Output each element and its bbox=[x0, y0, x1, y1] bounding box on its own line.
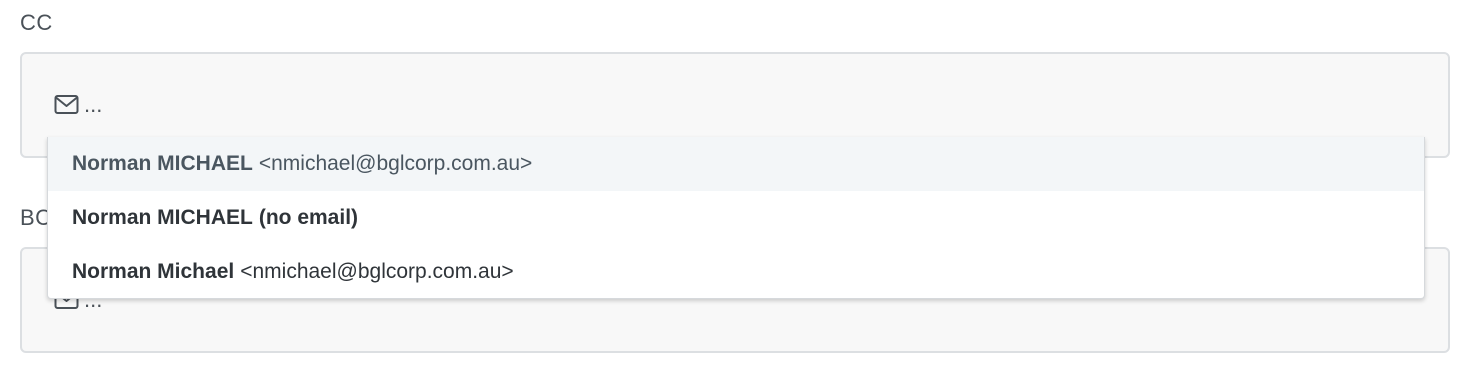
suggestion-name: Norman MICHAEL bbox=[72, 206, 253, 229]
suggestion-item[interactable]: Norman Michael <nmichael@bglcorp.com.au> bbox=[48, 245, 1424, 299]
suggestion-email: <nmichael@bglcorp.com.au> bbox=[240, 260, 514, 283]
suggestion-item[interactable]: Norman MICHAEL <nmichael@bglcorp.com.au> bbox=[48, 137, 1424, 191]
envelope-icon bbox=[54, 95, 79, 114]
cc-label: CC bbox=[20, 10, 53, 35]
suggestion-name: Norman MICHAEL bbox=[72, 152, 253, 175]
suggestion-item[interactable]: Norman MICHAEL (no email) bbox=[48, 191, 1424, 245]
suggestion-name: Norman Michael bbox=[72, 260, 235, 283]
suggestion-email: (no email) bbox=[258, 206, 359, 229]
cc-placeholder: ... bbox=[84, 92, 103, 117]
suggestion-dropdown: Norman MICHAEL <nmichael@bglcorp.com.au>… bbox=[47, 137, 1425, 299]
cc-input[interactable]: ... bbox=[54, 92, 102, 118]
suggestion-email: <nmichael@bglcorp.com.au> bbox=[258, 152, 533, 175]
